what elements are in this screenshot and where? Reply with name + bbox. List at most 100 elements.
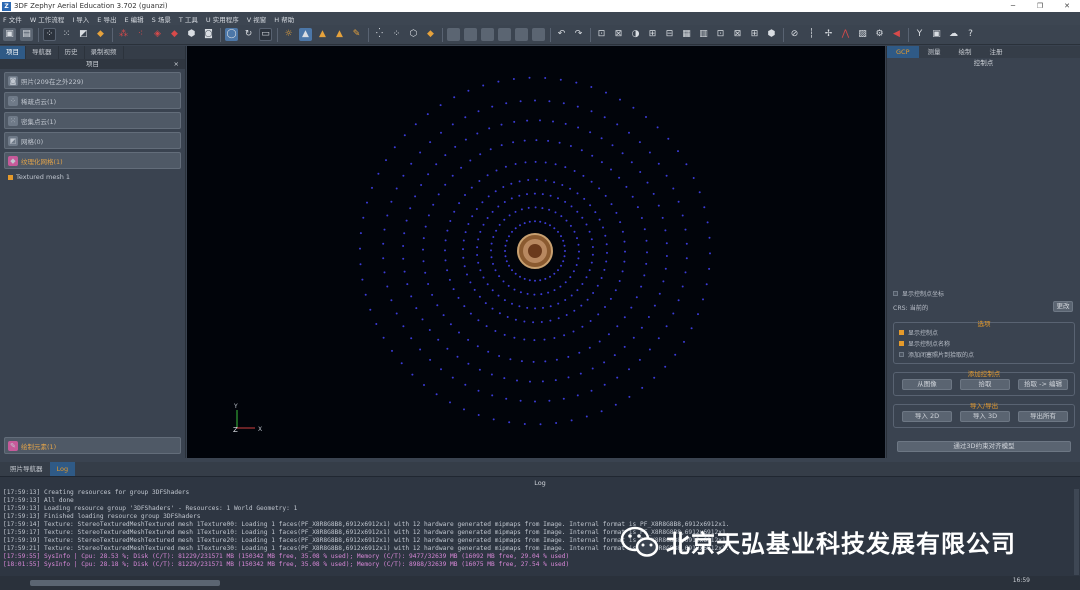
show-points-checkbox[interactable] (899, 330, 904, 335)
menu-edit[interactable]: E 编辑 (124, 14, 143, 24)
tab-gcp[interactable]: GCP (887, 46, 919, 58)
list-item[interactable]: Textured mesh 1 (8, 173, 185, 181)
tab-photo-navigator[interactable]: 照片导航器 (3, 462, 50, 476)
control-point-icon[interactable]: ┆ (805, 28, 818, 41)
undo-icon[interactable]: ↶ (555, 28, 568, 41)
selection-all-icon[interactable]: ⊞ (646, 28, 659, 41)
group-dense-cloud[interactable]: ⁙ 密集点云(1) (4, 112, 181, 129)
pick-edit-button[interactable]: 拾取 -> 编辑 (1018, 379, 1068, 390)
option-show-names[interactable]: 显示控制点名称 (899, 338, 974, 349)
selection-mesh-icon[interactable]: ⊞ (748, 28, 761, 41)
view-top-icon[interactable] (515, 28, 528, 41)
close-icon[interactable]: × (174, 59, 179, 69)
menu-help[interactable]: H 帮助 (274, 14, 294, 24)
render-icon[interactable]: ▣ (930, 28, 943, 41)
close-window-button[interactable]: ✕ (1054, 0, 1080, 12)
filter-points-icon[interactable]: ⁂ (117, 28, 130, 41)
bounding-box-icon[interactable]: ⬢ (765, 28, 778, 41)
filter-dense-icon[interactable]: ⁖ (134, 28, 147, 41)
selection-lasso-icon[interactable]: ⊠ (612, 28, 625, 41)
selection-invert-icon[interactable]: ◑ (629, 28, 642, 41)
minimize-button[interactable]: ─ (1000, 0, 1026, 12)
mask-icon[interactable]: ☁ (947, 28, 960, 41)
select-box-icon[interactable]: ◆ (424, 28, 437, 41)
log-scrollbar[interactable] (1074, 489, 1079, 575)
menu-file[interactable]: F 文件 (3, 14, 22, 24)
menu-tools[interactable]: T 工具 (179, 14, 198, 24)
record-icon[interactable]: ◀ (890, 28, 903, 41)
view-front-icon[interactable] (447, 28, 460, 41)
show-points-icon[interactable]: ▲ (299, 28, 312, 41)
show-texture-icon[interactable]: ▲ (333, 28, 346, 41)
menu-export[interactable]: E 导出 (97, 14, 116, 24)
show-coords-row[interactable]: 显示控制点坐标 (893, 288, 944, 299)
horizontal-scrollbar[interactable] (30, 580, 220, 586)
open-project-icon[interactable]: ▤ (20, 28, 33, 41)
view-back-icon[interactable] (464, 28, 477, 41)
select-dense-icon[interactable]: ⁘ (390, 28, 403, 41)
tab-record-video[interactable]: 录制视频 (85, 46, 124, 59)
export-all-button[interactable]: 导出所有 (1018, 411, 1068, 422)
show-coords-checkbox[interactable] (893, 291, 898, 296)
from-image-button[interactable]: 从图像 (902, 379, 952, 390)
selection-shrink-icon[interactable]: ▥ (697, 28, 710, 41)
tab-register[interactable]: 注册 (981, 46, 1012, 58)
show-names-checkbox[interactable] (899, 341, 904, 346)
camera-icon[interactable]: ◙ (202, 28, 215, 41)
selection-rect-icon[interactable]: ⊡ (595, 28, 608, 41)
menu-import[interactable]: I 导入 (72, 14, 89, 24)
select-points-icon[interactable]: ⁛ (373, 28, 386, 41)
tab-measure[interactable]: 测量 (919, 46, 950, 58)
import-3d-button[interactable]: 导入 3D (960, 411, 1010, 422)
tool-icon[interactable]: Y (913, 28, 926, 41)
selection-camera-icon[interactable]: ⊠ (731, 28, 744, 41)
group-draw-elements[interactable]: ✎ 绘制元素(1) (4, 437, 181, 454)
crs-change-button[interactable]: 更改 (1053, 301, 1073, 312)
group-sparse-cloud[interactable]: ⁘ 稀疏点云(1) (4, 92, 181, 109)
group-mesh[interactable]: ◩ 网格(0) (4, 132, 181, 149)
settings-icon[interactable]: ⚙ (873, 28, 886, 41)
axis-icon[interactable]: ⋀ (839, 28, 852, 41)
align-by-constraints-button[interactable]: 通过3D约束对齐模型 (897, 441, 1071, 452)
view-bottom-icon[interactable] (532, 28, 545, 41)
grid-icon[interactable]: ▨ (856, 28, 869, 41)
menu-scene[interactable]: S 场景 (152, 14, 171, 24)
tab-navigator[interactable]: 导航器 (26, 46, 59, 59)
workflow-texture-icon[interactable]: ◆ (94, 28, 107, 41)
stereo-icon[interactable]: ▭ (259, 28, 272, 41)
selection-clear-icon[interactable]: ⊟ (663, 28, 676, 41)
menu-workflow[interactable]: W 工作流程 (30, 14, 65, 24)
show-mesh-icon[interactable]: ▲ (316, 28, 329, 41)
brush-icon[interactable]: ✎ (350, 28, 363, 41)
filter-texture-icon[interactable]: ◆ (168, 28, 181, 41)
option-add-occluded[interactable]: 添加闭塞照片到拾取的点 (899, 349, 974, 360)
filter-extra-icon[interactable]: ⬢ (185, 28, 198, 41)
workflow-sparse-icon[interactable]: ⁘ (43, 28, 56, 41)
gizmo-icon[interactable]: ✢ (822, 28, 835, 41)
tab-history[interactable]: 历史 (59, 46, 85, 59)
group-photos[interactable]: ◙ 照片(209在之外229) (4, 72, 181, 89)
menu-view[interactable]: V 视窗 (247, 14, 267, 24)
option-show-points[interactable]: 显示控制点 (899, 327, 974, 338)
help-icon[interactable]: ? (964, 28, 977, 41)
tab-project[interactable]: 项目 (0, 46, 26, 59)
new-project-icon[interactable]: ▣ (3, 28, 16, 41)
group-textured-mesh[interactable]: ◆ 纹理化网格(1) (4, 152, 181, 169)
orbit-icon[interactable]: ◯ (225, 28, 238, 41)
filter-mesh-icon[interactable]: ◈ (151, 28, 164, 41)
tab-log[interactable]: Log (49, 462, 76, 476)
workflow-mesh-icon[interactable]: ◩ (77, 28, 90, 41)
selection-grow-icon[interactable]: ▦ (680, 28, 693, 41)
view-right-icon[interactable] (498, 28, 511, 41)
menu-utilities[interactable]: U 实用程序 (206, 14, 239, 24)
selection-plane-icon[interactable]: ⊡ (714, 28, 727, 41)
visibility-icon[interactable] (8, 174, 13, 180)
pick-button[interactable]: 拾取 (960, 379, 1010, 390)
workflow-dense-icon[interactable]: ⁙ (60, 28, 73, 41)
tab-draw[interactable]: 绘制 (950, 46, 981, 58)
3d-viewport[interactable]: Y Z X (187, 46, 885, 458)
import-2d-button[interactable]: 导入 2D (902, 411, 952, 422)
measure-icon[interactable]: ⊘ (788, 28, 801, 41)
maximize-button[interactable]: ❐ (1027, 0, 1053, 12)
add-occluded-checkbox[interactable] (899, 352, 904, 357)
